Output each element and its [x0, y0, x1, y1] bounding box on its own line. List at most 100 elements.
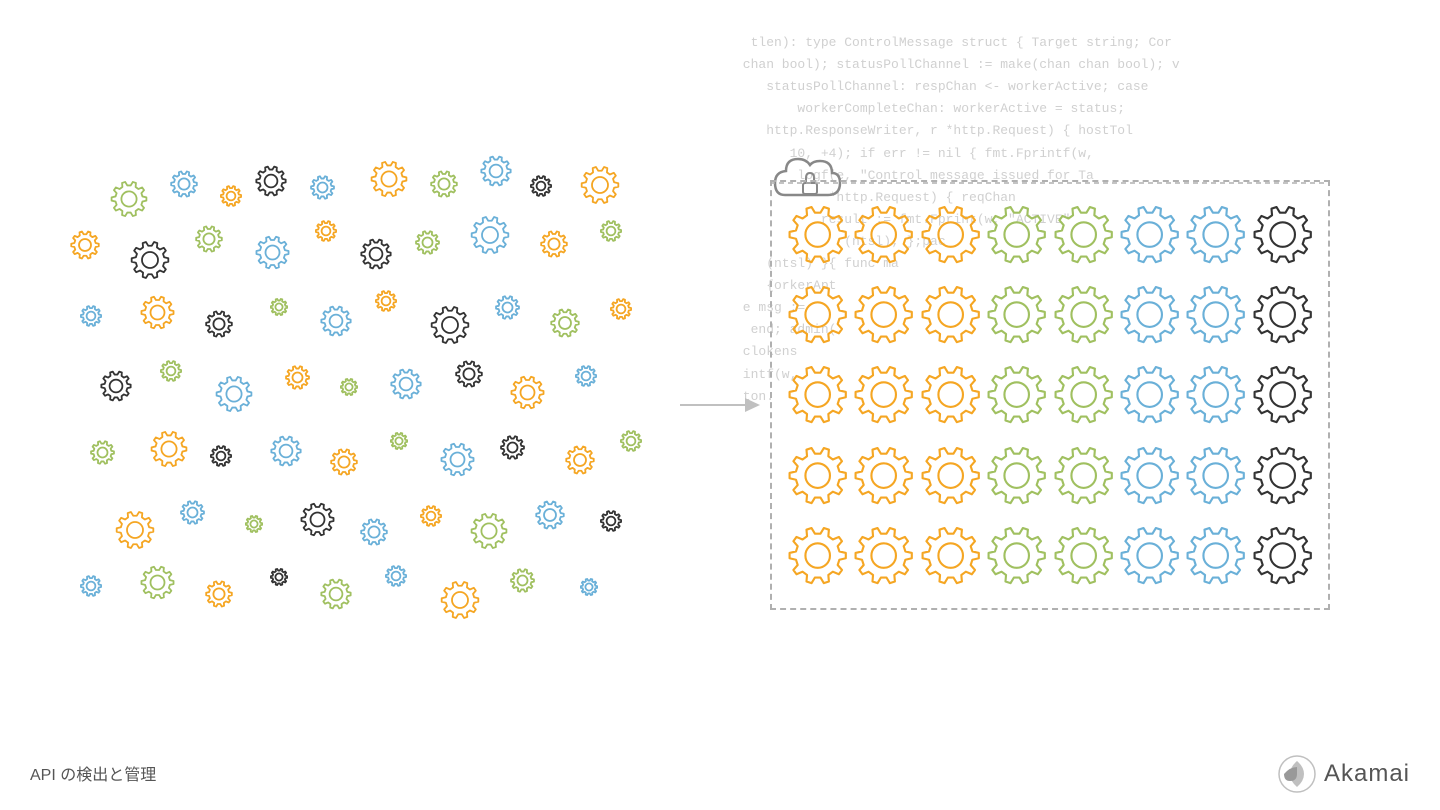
grid-gear-7: [1252, 197, 1313, 272]
scattered-gear-g22: [140, 295, 175, 330]
grid-gear-0: [787, 197, 848, 272]
grid-gear-23: [1252, 357, 1313, 432]
scattered-gear-g60: [140, 565, 175, 600]
scattered-gear-g49: [620, 430, 642, 452]
gear-grid: [787, 197, 1313, 593]
scattered-gear-g3: [220, 185, 242, 207]
grid-gear-33: [853, 518, 914, 593]
scattered-gear-g58: [600, 510, 622, 532]
scattered-gear-g26: [375, 290, 397, 312]
scattered-gear-g6: [370, 160, 408, 198]
grid-gear-36: [1053, 518, 1114, 593]
grid-gear-9: [853, 277, 914, 352]
scattered-gear-g42: [210, 445, 232, 467]
scattered-gear-g43: [270, 435, 302, 467]
grid-gear-11: [986, 277, 1047, 352]
grid-gear-10: [920, 277, 981, 352]
scattered-gear-g40: [90, 440, 115, 465]
scattered-gear-g13: [195, 225, 223, 253]
scattered-gear-g52: [245, 515, 263, 533]
scattered-gear-g59: [80, 575, 102, 597]
scattered-gear-g62: [270, 568, 288, 586]
grid-gear-13: [1119, 277, 1180, 352]
scattered-gear-g50: [115, 510, 155, 550]
scattered-gear-g7: [430, 170, 458, 198]
left-panel: [60, 150, 680, 650]
grid-gear-24: [787, 438, 848, 513]
scattered-gear-g41: [150, 430, 188, 468]
grid-gear-34: [920, 518, 981, 593]
scattered-gear-g48: [565, 445, 595, 475]
grid-gear-29: [1119, 438, 1180, 513]
scattered-gear-g20: [600, 220, 622, 242]
scattered-gear-g16: [360, 238, 392, 270]
akamai-brand-text: Akamai: [1324, 760, 1410, 788]
scattered-gear-g12: [130, 240, 170, 280]
grid-gear-31: [1252, 438, 1313, 513]
scattered-gear-g64: [385, 565, 407, 587]
scattered-gear-g46: [440, 442, 475, 477]
scattered-gear-g27: [430, 305, 470, 345]
arrow-container: [680, 390, 760, 420]
grid-gear-18: [920, 357, 981, 432]
scattered-gear-g18: [470, 215, 510, 255]
grid-gear-5: [1119, 197, 1180, 272]
scattered-gear-g32: [160, 360, 182, 382]
scattered-gear-g56: [470, 512, 508, 550]
scattered-gear-g23: [205, 310, 233, 338]
scattered-gear-g34: [285, 365, 310, 390]
scattered-gear-g24: [270, 298, 288, 316]
scattered-gear-g51: [180, 500, 205, 525]
grid-gear-3: [986, 197, 1047, 272]
grid-gear-32: [787, 518, 848, 593]
scattered-gear-g39: [575, 365, 597, 387]
grid-gear-39: [1252, 518, 1313, 593]
grid-gear-30: [1185, 438, 1246, 513]
grid-gear-6: [1185, 197, 1246, 272]
scattered-gear-g10: [580, 165, 620, 205]
right-panel: [770, 180, 1330, 610]
grid-gear-1: [853, 197, 914, 272]
grid-gear-8: [787, 277, 848, 352]
grid-gear-4: [1053, 197, 1114, 272]
scattered-gear-g45: [390, 432, 408, 450]
scattered-gear-g15: [315, 220, 337, 242]
grid-gear-22: [1185, 357, 1246, 432]
grid-gear-14: [1185, 277, 1246, 352]
scattered-gear-g53: [300, 502, 335, 537]
scattered-gear-g17: [415, 230, 440, 255]
grid-gear-19: [986, 357, 1047, 432]
grid-gear-17: [853, 357, 914, 432]
scattered-gear-g19: [540, 230, 568, 258]
scattered-gear-g33: [215, 375, 253, 413]
grid-gear-27: [986, 438, 1047, 513]
scattered-gear-g28: [495, 295, 520, 320]
akamai-logo: Akamai: [1276, 753, 1410, 795]
scattered-gear-g67: [580, 578, 598, 596]
scattered-gear-g54: [360, 518, 388, 546]
scattered-gear-g35: [340, 378, 358, 396]
grid-gear-15: [1252, 277, 1313, 352]
scattered-gear-g66: [510, 568, 535, 593]
grid-gear-37: [1119, 518, 1180, 593]
scattered-gear-g2: [170, 170, 198, 198]
scattered-gear-g65: [440, 580, 480, 620]
scattered-gear-g8: [480, 155, 512, 187]
scattered-gear-g57: [535, 500, 565, 530]
grid-gear-12: [1053, 277, 1114, 352]
scattered-gear-g9: [530, 175, 552, 197]
scattered-gear-g29: [550, 308, 580, 338]
scattered-gear-g63: [320, 578, 352, 610]
scattered-gear-g30: [610, 298, 632, 320]
scattered-gear-g55: [420, 505, 442, 527]
grid-gear-28: [1053, 438, 1114, 513]
scattered-gear-g1: [110, 180, 148, 218]
grid-gear-16: [787, 357, 848, 432]
scattered-gear-g61: [205, 580, 233, 608]
grid-gear-2: [920, 197, 981, 272]
arrow-icon: [680, 390, 760, 420]
grid-gear-26: [920, 438, 981, 513]
scattered-gear-g38: [510, 375, 545, 410]
scattered-gear-g4: [255, 165, 287, 197]
scattered-gear-g25: [320, 305, 352, 337]
